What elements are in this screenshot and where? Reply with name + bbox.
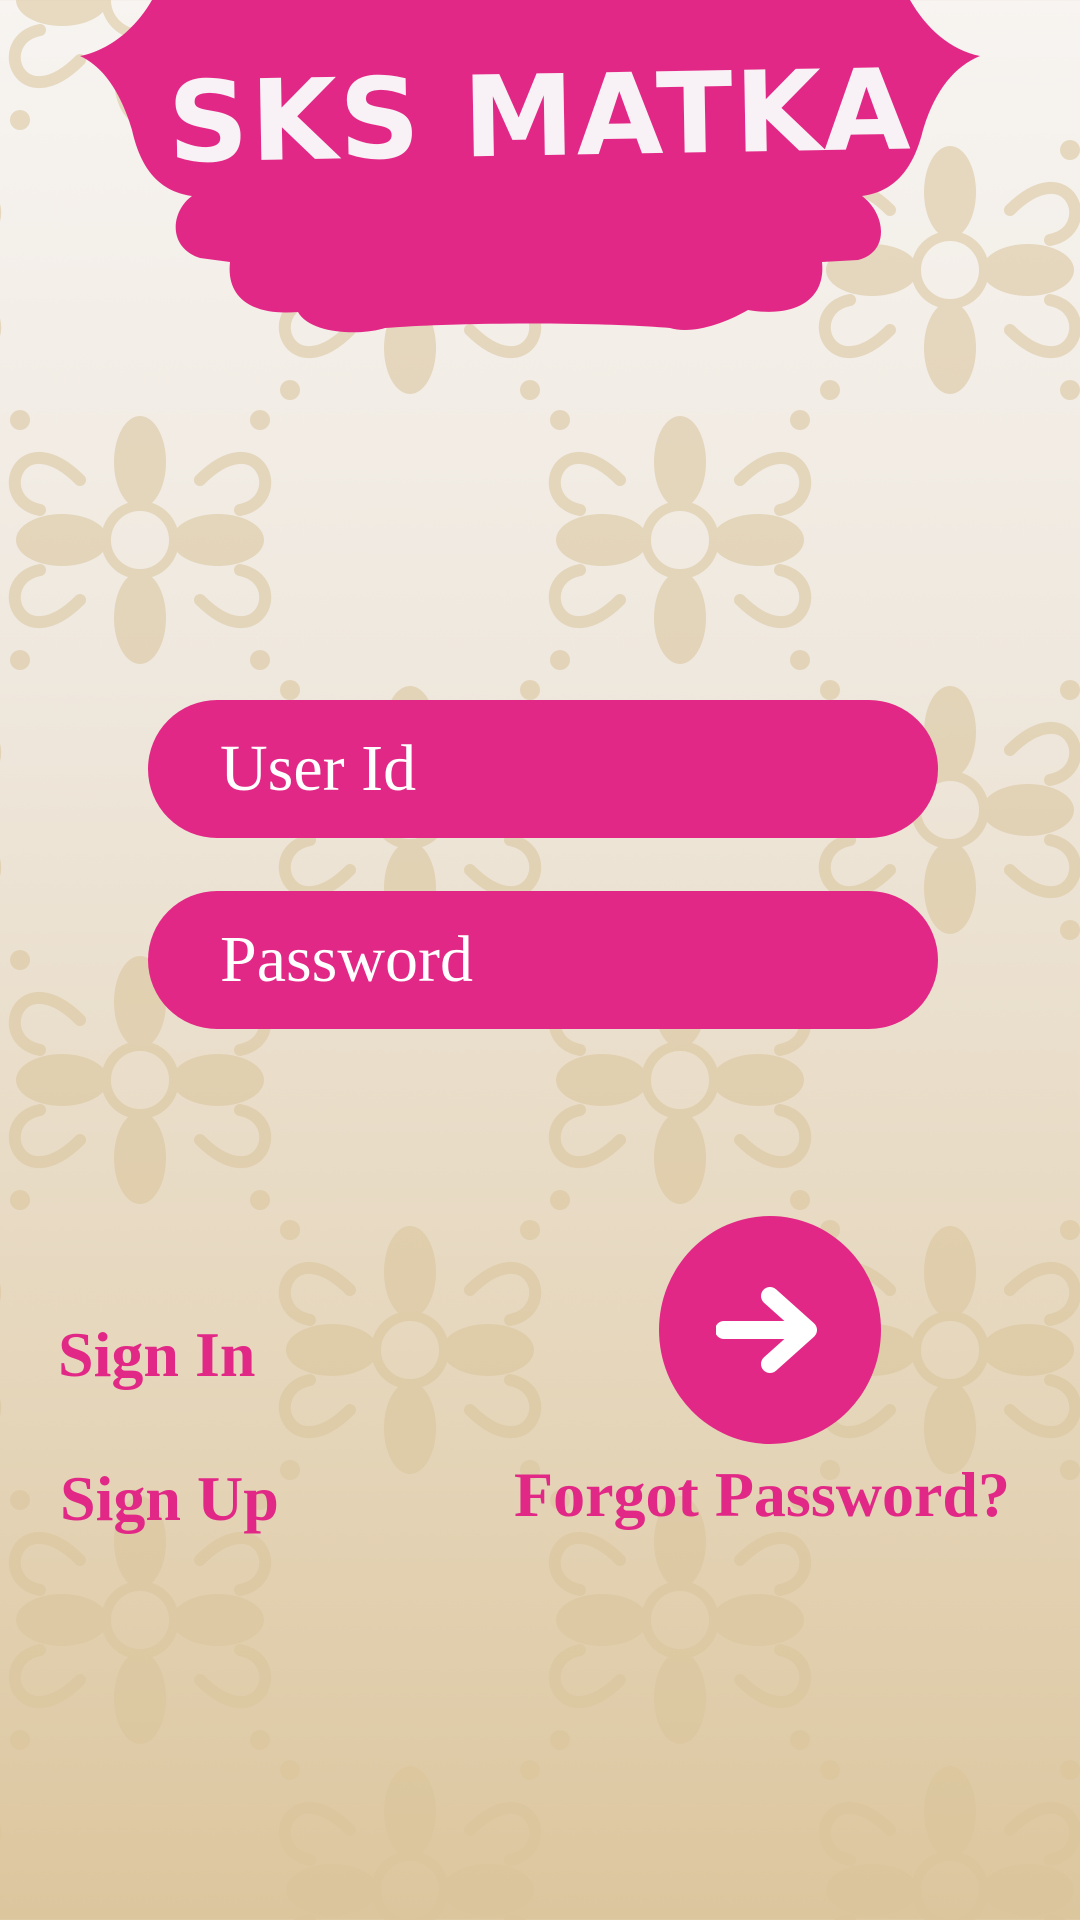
app-title: SKS MATKA [166, 45, 914, 189]
forgot-password-link[interactable]: Forgot Password? [514, 1458, 1010, 1532]
user-id-input[interactable] [148, 700, 938, 838]
sign-up-link[interactable]: Sign Up [60, 1462, 279, 1536]
arrow-right-icon [716, 1287, 817, 1373]
sign-in-submit-button[interactable] [659, 1216, 881, 1444]
sign-in-link[interactable]: Sign In [58, 1318, 255, 1392]
password-input[interactable] [148, 891, 938, 1029]
